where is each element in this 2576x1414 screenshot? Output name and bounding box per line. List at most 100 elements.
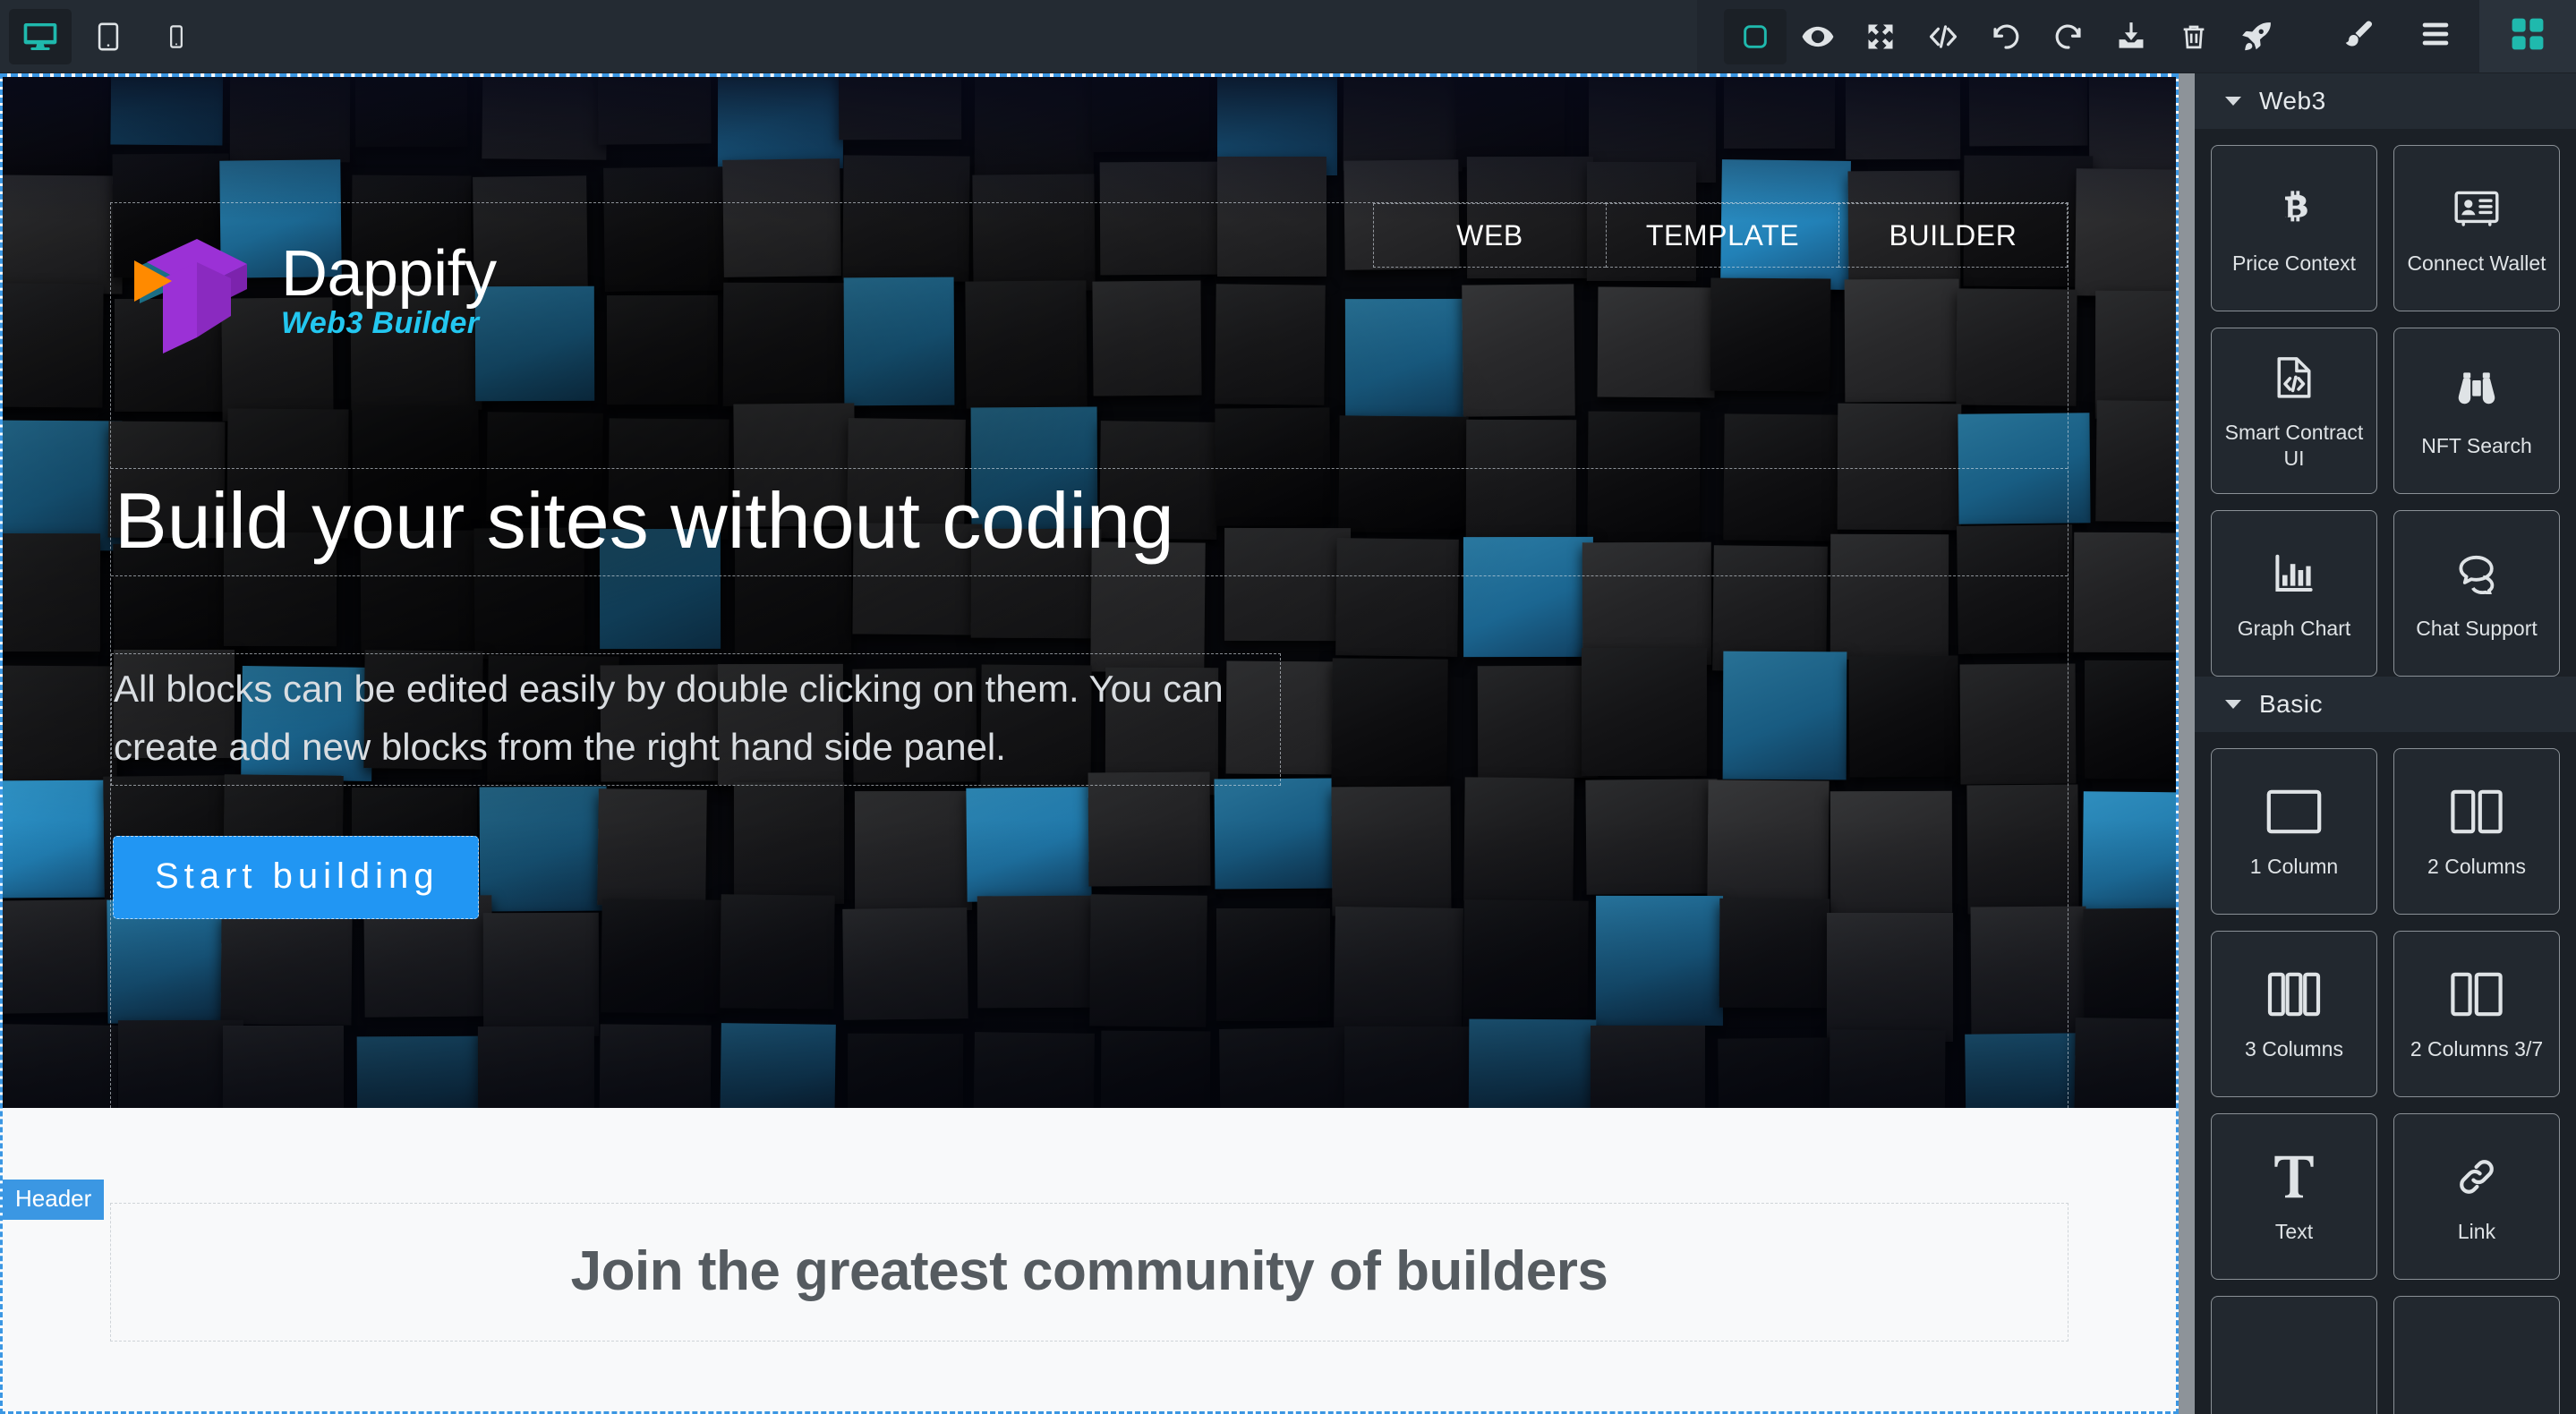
block-tile-label: Graph Chart [2238, 616, 2351, 642]
open-block-manager-button[interactable] [2479, 0, 2576, 72]
block-tile-label: NFT Search [2421, 433, 2532, 459]
block-tile-label: 3 Columns [2245, 1036, 2343, 1062]
editor-tools-group [1697, 0, 2315, 72]
hero-section[interactable]: Dappify Web3 Builder WEB TEMPLATE BUILDE… [3, 77, 2176, 1108]
toolbar-spacer [208, 0, 1697, 72]
logo-name: Dappify [281, 242, 497, 306]
hero-cta-row: Start building [111, 836, 2068, 919]
block-grid: 1 Column 2 Columns 3 Columns 2 Columns 3/7 T… [2195, 732, 2576, 1414]
block-tile-label: Link [2458, 1219, 2495, 1245]
device-desktop-button[interactable] [9, 9, 72, 64]
block-tile-empty[interactable] [2393, 1296, 2560, 1414]
chevron-down-icon [2225, 700, 2241, 709]
toggle-borders-button[interactable] [1724, 9, 1787, 64]
undo-button[interactable] [1975, 9, 2037, 64]
bitcoin-icon [2273, 181, 2316, 236]
device-switcher [0, 0, 208, 72]
community-section[interactable]: Join the greatest community of builders [3, 1108, 2176, 1411]
logo-cell[interactable]: Dappify Web3 Builder [111, 203, 497, 357]
two-columns-37-icon [2449, 967, 2504, 1022]
paint-brush-icon [2341, 17, 2376, 55]
code-brackets-icon [1926, 20, 1960, 54]
hero-content-wrapper: Dappify Web3 Builder WEB TEMPLATE BUILDE… [110, 202, 2068, 1108]
toolbar-actions [1697, 0, 2576, 72]
fullscreen-button[interactable] [1849, 9, 1912, 64]
blocks-grid-icon [2508, 14, 2547, 58]
code-view-button[interactable] [1912, 9, 1975, 64]
canvas-scroll-area: Dappify Web3 Builder WEB TEMPLATE BUILDE… [3, 77, 2176, 1411]
one-column-icon [2265, 784, 2324, 839]
device-tablet-button[interactable] [77, 9, 140, 64]
block-tile-text[interactable]: Text [2211, 1113, 2377, 1280]
block-manager-panel: Web3 Price Context Connect Wallet Smart Con… [2195, 73, 2576, 1414]
block-tile-chat-support[interactable]: Chat Support [2393, 510, 2560, 677]
publish-button[interactable] [2225, 9, 2288, 64]
hero-heading-box[interactable]: Build your sites without coding [111, 468, 2068, 576]
id-card-icon [2453, 181, 2500, 236]
block-tile-3-columns[interactable]: 3 Columns [2211, 931, 2377, 1097]
block-tile-graph-chart[interactable]: Graph Chart [2211, 510, 2377, 677]
nav-item-builder[interactable]: BUILDER [1838, 203, 2068, 268]
canvas-frame[interactable]: Dappify Web3 Builder WEB TEMPLATE BUILDE… [0, 73, 2179, 1414]
start-building-button[interactable]: Start building [113, 836, 479, 919]
rocket-icon [2239, 20, 2273, 54]
trash-icon [2179, 21, 2209, 52]
tablet-icon [93, 21, 124, 52]
three-columns-icon [2266, 967, 2322, 1022]
canvas-scrollbar[interactable] [2179, 73, 2195, 1414]
open-style-manager-button[interactable] [2320, 9, 2397, 64]
borders-square-icon [1741, 22, 1770, 51]
two-columns-icon [2449, 784, 2504, 839]
undo-arrow-icon [1990, 21, 2022, 53]
fullscreen-arrows-icon [1864, 21, 1897, 53]
block-category-header-basic[interactable]: Basic [2195, 677, 2576, 732]
block-tile-2-columns-3-7[interactable]: 2 Columns 3/7 [2393, 931, 2560, 1097]
nav-item-template[interactable]: TEMPLATE [1606, 203, 1838, 268]
device-mobile-button[interactable] [145, 9, 208, 64]
block-category-title: Web3 [2259, 87, 2326, 115]
community-heading-box[interactable]: Join the greatest community of builders [110, 1203, 2068, 1342]
brand-logo[interactable]: Dappify Web3 Builder [127, 223, 497, 357]
community-heading: Join the greatest community of builders [129, 1239, 2050, 1303]
block-tile-1-column[interactable]: 1 Column [2211, 748, 2377, 915]
block-tile-label: Smart Contract UI [2218, 420, 2370, 472]
block-tile-smart-contract-ui[interactable]: Smart Contract UI [2211, 328, 2377, 494]
import-button[interactable] [2100, 9, 2162, 64]
block-tile-nft-search[interactable]: NFT Search [2393, 328, 2560, 494]
block-tile-price-context[interactable]: Price Context [2211, 145, 2377, 311]
dappify-logo-icon [127, 223, 261, 357]
block-category-header-web3[interactable]: Web3 [2195, 73, 2576, 129]
block-category-title: Basic [2259, 690, 2323, 719]
panel-switcher-group [2315, 0, 2479, 72]
text-t-icon [2271, 1149, 2317, 1205]
preview-button[interactable] [1787, 9, 1849, 64]
block-tile-label: Connect Wallet [2407, 251, 2546, 277]
block-tile-link[interactable]: Link [2393, 1113, 2560, 1280]
block-tile-label: 2 Columns [2427, 854, 2526, 880]
redo-button[interactable] [2037, 9, 2100, 64]
hero-top-row: Dappify Web3 Builder WEB TEMPLATE BUILDE… [111, 203, 2068, 357]
block-tile-empty[interactable] [2211, 1296, 2377, 1414]
block-tile-label: Chat Support [2416, 616, 2538, 642]
selected-component-badge: Header [3, 1180, 104, 1220]
chevron-down-icon [2225, 97, 2241, 106]
block-tile-label: Price Context [2232, 251, 2356, 277]
block-tile-connect-wallet[interactable]: Connect Wallet [2393, 145, 2560, 311]
block-tile-label: 1 Column [2250, 854, 2338, 880]
block-tile-2-columns[interactable]: 2 Columns [2393, 748, 2560, 915]
desktop-icon [22, 19, 58, 55]
redo-arrow-icon [2052, 21, 2085, 53]
clear-canvas-button[interactable] [2162, 9, 2225, 64]
top-toolbar [0, 0, 2576, 73]
nav-item-web[interactable]: WEB [1373, 203, 1606, 268]
mobile-icon [164, 23, 189, 50]
hero-nav: WEB TEMPLATE BUILDER [1373, 203, 2068, 268]
open-layer-manager-button[interactable] [2397, 9, 2474, 64]
import-download-icon [2114, 20, 2148, 54]
eye-icon [1801, 20, 1835, 54]
block-tile-label: 2 Columns 3/7 [2410, 1036, 2543, 1062]
hamburger-layers-icon [2418, 19, 2452, 54]
block-grid: Price Context Connect Wallet Smart Contrac… [2195, 129, 2576, 677]
hero-paragraph-box[interactable]: All blocks can be edited easily by doubl… [111, 653, 1281, 786]
chat-bubbles-icon [2453, 546, 2500, 601]
